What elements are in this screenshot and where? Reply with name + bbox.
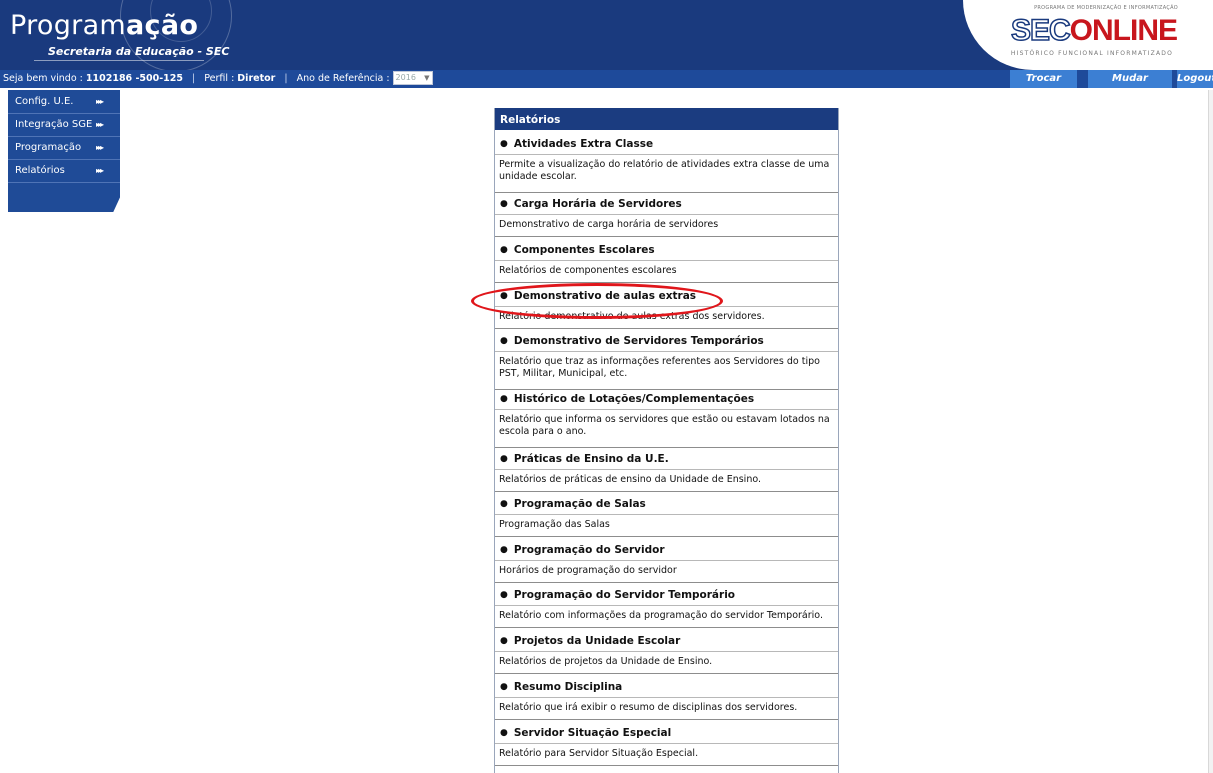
report-description: Relatório que irá exibir o resumo de dis… (495, 698, 838, 720)
report-link-componentes-escolares[interactable]: ● Componentes Escolares (495, 239, 838, 261)
bullet-icon: ● (500, 336, 508, 346)
report-title: Projetos da Unidade Escolar (513, 635, 681, 647)
app-title-light: Program (10, 10, 127, 41)
report-link-praticas-ensino[interactable]: ● Práticas de Ensino da U.E. (495, 448, 838, 470)
report-link-atividades-extra-classe[interactable]: ● Atividades Extra Classe (495, 133, 838, 155)
profile-label: Perfil : (204, 73, 235, 84)
bullet-icon: ● (500, 394, 508, 404)
sidebar-item-config-ue[interactable]: Config. U.E. ▸▸▸ (8, 91, 120, 114)
chevron-down-icon: ▼ (424, 73, 430, 82)
user-info-bar: Seja bem vindo : 1102186 -500-125 | Perf… (0, 70, 1213, 102)
report-description: Relatório com informações da programação… (495, 606, 838, 628)
triple-chevron-icon: ▸▸▸ (96, 143, 104, 152)
report-title: Programação de Salas (513, 498, 646, 510)
logo-top-text: PROGRAMA DE MODERNIZAÇÃO E INFORMATIZAÇÃ… (1034, 5, 1178, 11)
report-description: Relatório que traz as informações refere… (495, 352, 838, 390)
report-title: Servidor Situação Especial (513, 727, 672, 739)
bullet-icon: ● (500, 682, 508, 692)
bullet-icon: ● (500, 245, 508, 255)
bullet-icon: ● (500, 199, 508, 209)
bullet-icon: ● (500, 636, 508, 646)
report-title: Demonstrativo de aulas extras (513, 290, 697, 302)
report-link-servidor-situacao-especial[interactable]: ● Servidor Situação Especial (495, 722, 838, 744)
report-title: Práticas de Ensino da U.E. (513, 453, 669, 465)
app-subtitle: Secretaria da Educação - SEC (48, 45, 230, 58)
triple-chevron-icon: ▸▸▸ (96, 120, 104, 129)
year-select[interactable]: 2016 ▼ (392, 70, 433, 85)
report-title: Programação do Servidor (513, 544, 665, 556)
report-title: Componentes Escolares (513, 244, 655, 256)
sidebar-menu: Config. U.E. ▸▸▸ Integração SGE ▸▸▸ Prog… (8, 90, 120, 212)
report-link-demonstrativo-aulas-extras[interactable]: ● Demonstrativo de aulas extras (495, 285, 838, 307)
report-title: Resumo Disciplina (513, 681, 623, 693)
report-description: Permite a visualização do relatório de a… (495, 155, 838, 193)
app-header: Programação Secretaria da Educação - SEC… (0, 0, 1213, 70)
logo-sec: SEC (1010, 13, 1071, 48)
report-link-programacao-salas[interactable]: ● Programação de Salas (495, 493, 838, 515)
welcome-label: Seja bem vindo : (3, 73, 83, 84)
report-link-resumo-disciplina[interactable]: ● Resumo Disciplina (495, 676, 838, 698)
report-description: Horários de programação do servidor (495, 561, 838, 583)
bullet-icon: ● (500, 499, 508, 509)
report-description: Relatório demonstrativo de aulas extras … (495, 307, 838, 329)
sidebar-item-label: Config. U.E. (15, 96, 74, 107)
report-link-projetos-unidade[interactable]: ● Projetos da Unidade Escolar (495, 630, 838, 652)
user-id: 1102186 -500-125 (85, 73, 184, 84)
change-system-button[interactable]: Mudar Sistema (1088, 70, 1172, 102)
report-description: Demonstrativo de carga horária de servid… (495, 215, 838, 237)
report-description: Relatório que informa os servidores que … (495, 410, 838, 448)
report-description: Relatórios de projetos da Unidade de Ens… (495, 652, 838, 674)
logo-sub-text: HISTÓRICO FUNCIONAL INFORMATIZADO (1010, 50, 1173, 57)
bullet-icon: ● (500, 728, 508, 738)
sidebar-item-relatorios[interactable]: Relatórios ▸▸▸ (8, 160, 120, 183)
report-description: Relatórios de práticas de ensino da Unid… (495, 470, 838, 492)
year-label: Ano de Referência : (296, 73, 390, 84)
separator: | (284, 73, 288, 84)
bullet-icon: ● (500, 590, 508, 600)
separator: | (192, 73, 196, 84)
triple-chevron-icon: ▸▸▸ (96, 166, 104, 175)
app-title-bold: ação (126, 10, 199, 41)
bullet-icon: ● (500, 545, 508, 555)
logo-wordmark: SECONLINE (1010, 13, 1178, 48)
sidebar-item-label: Integração SGE (15, 119, 93, 130)
sidebar-item-label: Relatórios (15, 165, 65, 176)
sidebar-item-label: Programação (15, 142, 82, 153)
year-select-value: 2016 (395, 72, 416, 82)
reports-panel-title: Relatórios (495, 108, 838, 130)
sidebar-item-programacao[interactable]: Programação ▸▸▸ (8, 137, 120, 160)
app-title: Programação (10, 10, 198, 41)
report-description: Relatórios de componentes escolares (495, 261, 838, 283)
change-password-button[interactable]: Trocar Senha (1010, 70, 1077, 102)
report-description: Programação das Salas (495, 515, 838, 537)
sidebar-item-integracao-sge[interactable]: Integração SGE ▸▸▸ (8, 114, 120, 137)
report-title: Programação do Servidor Temporário (513, 589, 736, 601)
report-link-programacao-servidor[interactable]: ● Programação do Servidor (495, 539, 838, 561)
triple-chevron-icon: ▸▸▸ (96, 97, 104, 106)
logo-online: ONLINE (1069, 14, 1178, 47)
report-title: Atividades Extra Classe (513, 138, 654, 150)
report-link-servidores-temporarios[interactable]: ● Demonstrativo de Servidores Temporários (495, 330, 838, 352)
report-title: Histórico de Lotações/Complementações (513, 393, 755, 405)
bullet-icon: ● (500, 454, 508, 464)
report-link-carga-horaria[interactable]: ● Carga Horária de Servidores (495, 193, 838, 215)
reports-panel: Relatórios ● Atividades Extra Classe Perm… (494, 108, 839, 773)
page-scrollbar[interactable] (1208, 90, 1213, 773)
user-info: Seja bem vindo : 1102186 -500-125 | Perf… (3, 70, 433, 88)
report-title: Demonstrativo de Servidores Temporários (513, 335, 764, 347)
subtitle-underline (34, 60, 204, 61)
report-link-programacao-servidor-temporario[interactable]: ● Programação do Servidor Temporário (495, 584, 838, 606)
bullet-icon: ● (500, 139, 508, 149)
profile-value: Diretor (237, 73, 276, 84)
seconline-logo: PROGRAMA DE MODERNIZAÇÃO E INFORMATIZAÇÃ… (963, 0, 1213, 70)
report-link-historico-lotacoes[interactable]: ● Histórico de Lotações/Complementações (495, 388, 838, 410)
report-title: Carga Horária de Servidores (513, 198, 682, 210)
bullet-icon: ● (500, 291, 508, 301)
report-description: Relatório para Servidor Situação Especia… (495, 744, 838, 766)
logout-button[interactable]: Logout (1177, 70, 1213, 88)
